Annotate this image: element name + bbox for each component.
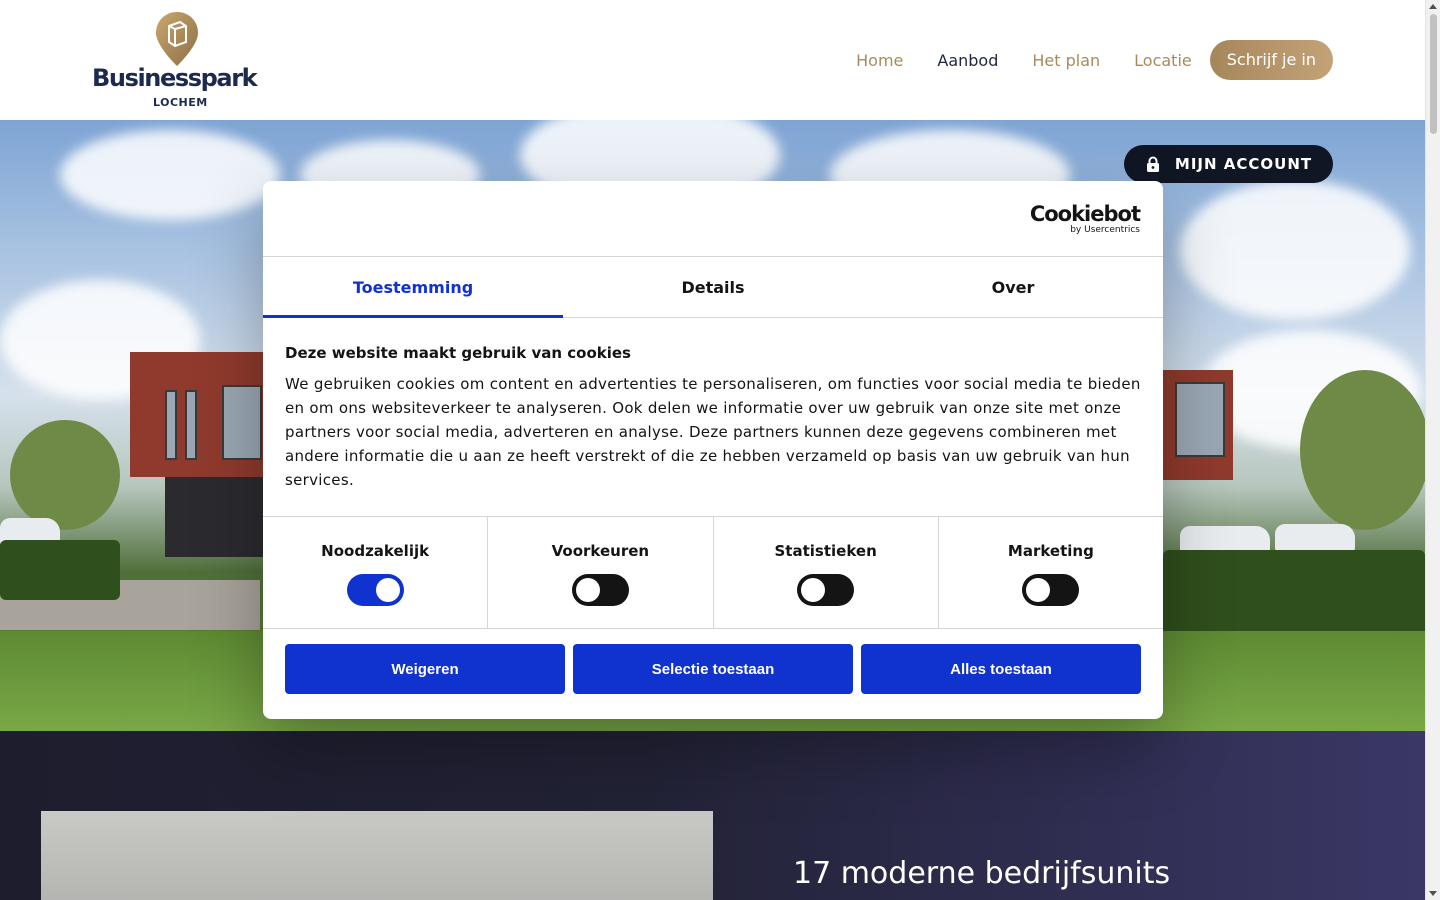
logo-pin-icon	[156, 12, 198, 66]
logo-name: Businesspark	[92, 64, 258, 92]
nav-item-home[interactable]: Home	[856, 51, 903, 70]
cloud	[60, 130, 280, 220]
hedge	[0, 540, 120, 600]
site-header: Businesspark LOCHEM Home Aanbod Het plan…	[0, 0, 1425, 120]
window	[1175, 382, 1225, 457]
main-nav: Home Aanbod Het plan Locatie Schrijf je …	[822, 40, 1333, 80]
site-logo[interactable]: Businesspark LOCHEM	[92, 12, 264, 112]
consent-toggles: Noodzakelijk Voorkeuren Statistieken Mar…	[263, 516, 1163, 629]
window	[165, 390, 177, 460]
tab-details[interactable]: Details	[563, 257, 863, 317]
dialog-buttons: Weigeren Selectie toestaan Alles toestaa…	[263, 629, 1163, 694]
switch-knob	[801, 578, 826, 602]
nav-item-locatie[interactable]: Locatie	[1134, 51, 1192, 70]
allow-selection-button[interactable]: Selectie toestaan	[573, 644, 853, 694]
tab-toestemming[interactable]: Toestemming	[263, 257, 563, 318]
reject-button[interactable]: Weigeren	[285, 644, 565, 694]
cookiebot-logo[interactable]: Cookiebot by Usercentrics	[1029, 202, 1141, 235]
switch-knob	[375, 578, 400, 602]
lock-icon	[1146, 156, 1159, 172]
tree	[1300, 370, 1425, 530]
cookie-consent-dialog: Cookiebot by Usercentrics Toestemming De…	[263, 181, 1163, 719]
tab-over[interactable]: Over	[863, 257, 1163, 317]
statistics-switch[interactable]	[797, 574, 855, 606]
nav-item-het-plan[interactable]: Het plan	[1032, 51, 1100, 70]
toggle-noodzakelijk: Noodzakelijk	[263, 517, 489, 628]
cookiebot-name: Cookiebot	[1029, 202, 1141, 226]
toggle-label: Marketing	[1007, 542, 1094, 560]
toggle-statistieken: Statistieken	[714, 517, 939, 628]
window	[185, 390, 197, 460]
page-scrollbar[interactable]	[1425, 0, 1440, 900]
toggle-label: Voorkeuren	[551, 542, 650, 560]
intro-section: 17 moderne bedrijfsunits	[0, 731, 1425, 900]
my-account-label: MIJN ACCOUNT	[1174, 155, 1313, 173]
signup-button[interactable]: Schrijf je in	[1209, 40, 1333, 80]
toggle-voorkeuren: Voorkeuren	[488, 517, 714, 628]
preferences-switch[interactable]	[571, 574, 629, 606]
dialog-title: Deze website maakt gebruik van cookies	[285, 344, 631, 362]
window	[222, 385, 262, 460]
scroll-thumb[interactable]	[1430, 14, 1437, 134]
marketing-switch[interactable]	[1022, 574, 1080, 606]
building	[165, 477, 270, 557]
switch-knob	[575, 578, 600, 602]
switch-knob	[1026, 578, 1051, 602]
cookiebot-byline: by Usercentrics	[1070, 225, 1140, 235]
car	[1275, 524, 1355, 552]
dialog-description: We gebruiken cookies om content en adver…	[285, 375, 1141, 489]
my-account-button[interactable]: MIJN ACCOUNT	[1124, 145, 1333, 183]
toggle-label: Noodzakelijk	[321, 542, 430, 560]
cloud	[1180, 180, 1410, 320]
scroll-up-icon[interactable]	[1429, 4, 1437, 9]
necessary-switch[interactable]	[346, 574, 404, 606]
dialog-tabs: Toestemming Details Over	[263, 257, 1163, 318]
nav-item-aanbod[interactable]: Aanbod	[937, 51, 998, 70]
allow-all-button[interactable]: Alles toestaan	[861, 644, 1141, 694]
dialog-body: Deze website maakt gebruik van cookies W…	[263, 318, 1163, 516]
toggle-marketing: Marketing	[939, 517, 1163, 628]
dialog-header: Cookiebot by Usercentrics	[263, 181, 1163, 257]
hedge	[1163, 550, 1425, 640]
scroll-down-icon[interactable]	[1429, 891, 1437, 896]
section-image	[41, 811, 713, 900]
toggle-label: Statistieken	[774, 542, 877, 560]
section-title: 17 moderne bedrijfsunits	[793, 856, 1171, 891]
tree	[10, 420, 120, 530]
logo-subtitle: LOCHEM	[153, 96, 208, 109]
